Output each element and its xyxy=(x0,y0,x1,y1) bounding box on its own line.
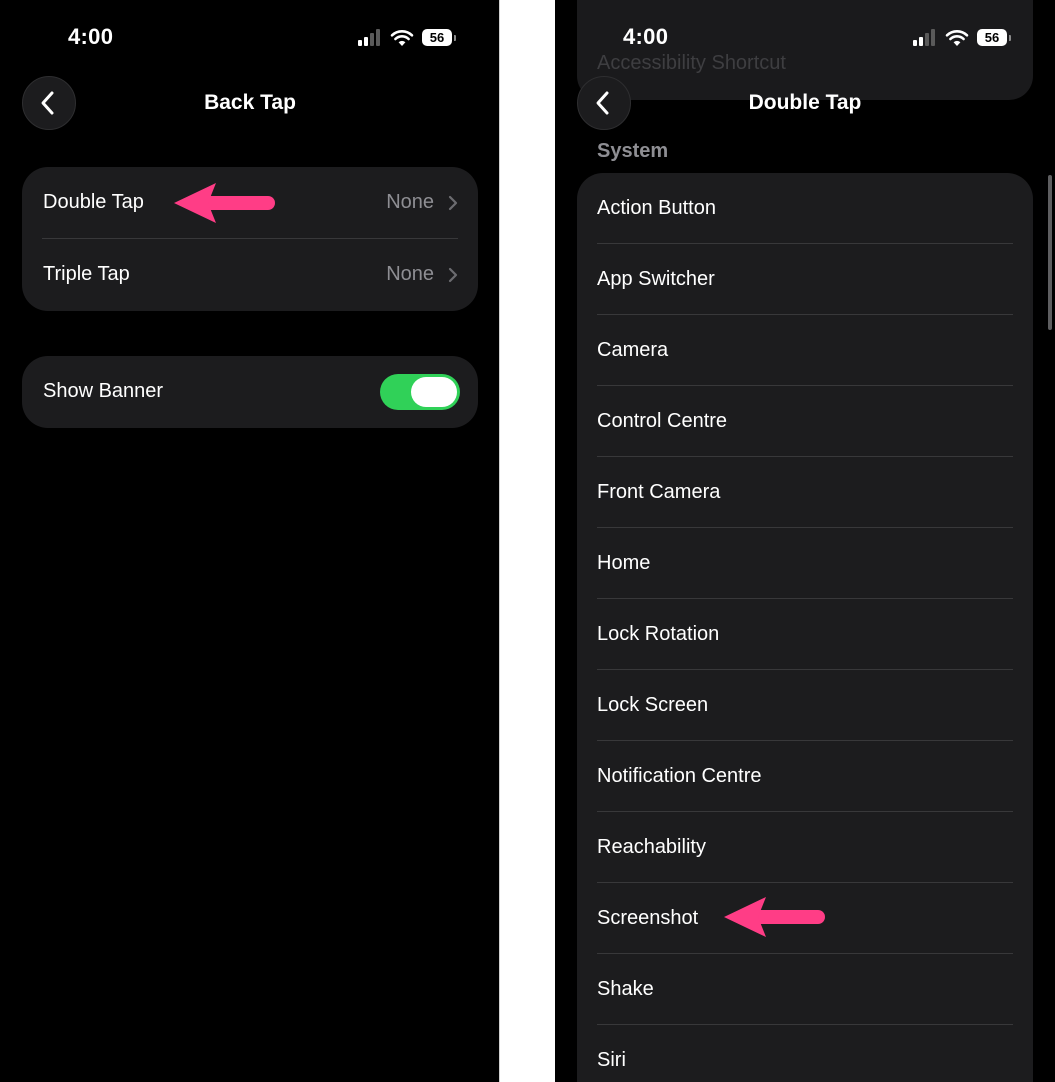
battery-icon: 56 xyxy=(977,29,1007,46)
list-item-label: Control Centre xyxy=(597,410,728,432)
scrolled-section-card: Accessibility Shortcut xyxy=(577,0,1033,100)
list-item-app-switcher[interactable]: App Switcher xyxy=(577,244,1033,315)
cellular-signal-icon xyxy=(358,28,380,48)
cellular-signal-icon xyxy=(913,28,935,48)
list-item-label: Notification Centre xyxy=(597,765,762,787)
triple-tap-value: None xyxy=(386,263,434,285)
back-button[interactable] xyxy=(22,76,76,130)
show-banner-label: Show Banner xyxy=(43,380,164,402)
list-item-label: Shake xyxy=(597,978,654,1000)
list-item-camera[interactable]: Camera xyxy=(577,315,1033,386)
chevron-left-icon xyxy=(596,91,609,115)
list-item-label: Home xyxy=(597,552,651,574)
chevron-right-icon xyxy=(448,267,458,283)
list-item-lock-rotation[interactable]: Lock Rotation xyxy=(577,599,1033,670)
chevron-left-icon xyxy=(41,91,54,115)
section-header-system: System xyxy=(597,140,669,162)
list-item-label: Screenshot xyxy=(597,907,699,929)
battery-cap xyxy=(1009,35,1011,41)
chevron-right-icon xyxy=(448,195,458,211)
battery-cap xyxy=(454,35,456,41)
system-actions-list: Action Button App Switcher Camera Contro… xyxy=(577,173,1033,1082)
list-item-action-button[interactable]: Action Button xyxy=(577,173,1033,244)
list-item-reachability[interactable]: Reachability xyxy=(577,812,1033,883)
status-time: 4:00 xyxy=(68,24,114,49)
toggle-knob xyxy=(411,377,457,407)
list-item-label: Front Camera xyxy=(597,481,721,503)
battery-icon: 56 xyxy=(422,29,452,46)
list-item-control-centre[interactable]: Control Centre xyxy=(577,386,1033,457)
accessibility-shortcut-item: Accessibility Shortcut xyxy=(597,52,786,74)
banner-group: Show Banner xyxy=(22,356,478,428)
list-item-label: Lock Screen xyxy=(597,694,709,716)
list-item-lock-screen[interactable]: Lock Screen xyxy=(577,670,1033,741)
triple-tap-label: Triple Tap xyxy=(43,263,130,285)
double-tap-value: None xyxy=(386,191,434,213)
page-title: Back Tap xyxy=(204,91,296,114)
list-item-notification-centre[interactable]: Notification Centre xyxy=(577,741,1033,812)
page-title: Double Tap xyxy=(748,91,862,114)
back-tap-screen: 4:00 56 Back Tap Double Tap None Triple … xyxy=(0,0,500,1082)
double-tap-label: Double Tap xyxy=(43,191,144,213)
back-button[interactable] xyxy=(577,76,631,130)
list-item-shake[interactable]: Shake xyxy=(577,954,1033,1025)
double-tap-screen: Accessibility Shortcut 4:00 56 Double Ta… xyxy=(555,0,1055,1082)
list-item-label: Lock Rotation xyxy=(597,623,720,645)
list-item-label: Reachability xyxy=(597,836,706,858)
list-item-siri[interactable]: Siri xyxy=(577,1025,1033,1082)
list-item-label: Siri xyxy=(597,1049,626,1071)
list-item-front-camera[interactable]: Front Camera xyxy=(577,457,1033,528)
list-item-label: Camera xyxy=(597,339,669,361)
list-item-label: Action Button xyxy=(597,197,716,219)
wifi-icon xyxy=(390,30,414,46)
status-time: 4:00 xyxy=(623,24,669,49)
list-item-label: App Switcher xyxy=(597,268,715,290)
show-banner-row: Show Banner xyxy=(22,356,478,428)
list-item-home[interactable]: Home xyxy=(577,528,1033,599)
wifi-icon xyxy=(945,30,969,46)
scrollbar[interactable] xyxy=(1048,175,1052,330)
triple-tap-row[interactable]: Triple Tap None xyxy=(22,239,478,311)
show-banner-toggle[interactable] xyxy=(380,374,460,410)
annotation-arrow-icon xyxy=(174,183,275,223)
annotation-arrow-icon xyxy=(724,897,825,937)
